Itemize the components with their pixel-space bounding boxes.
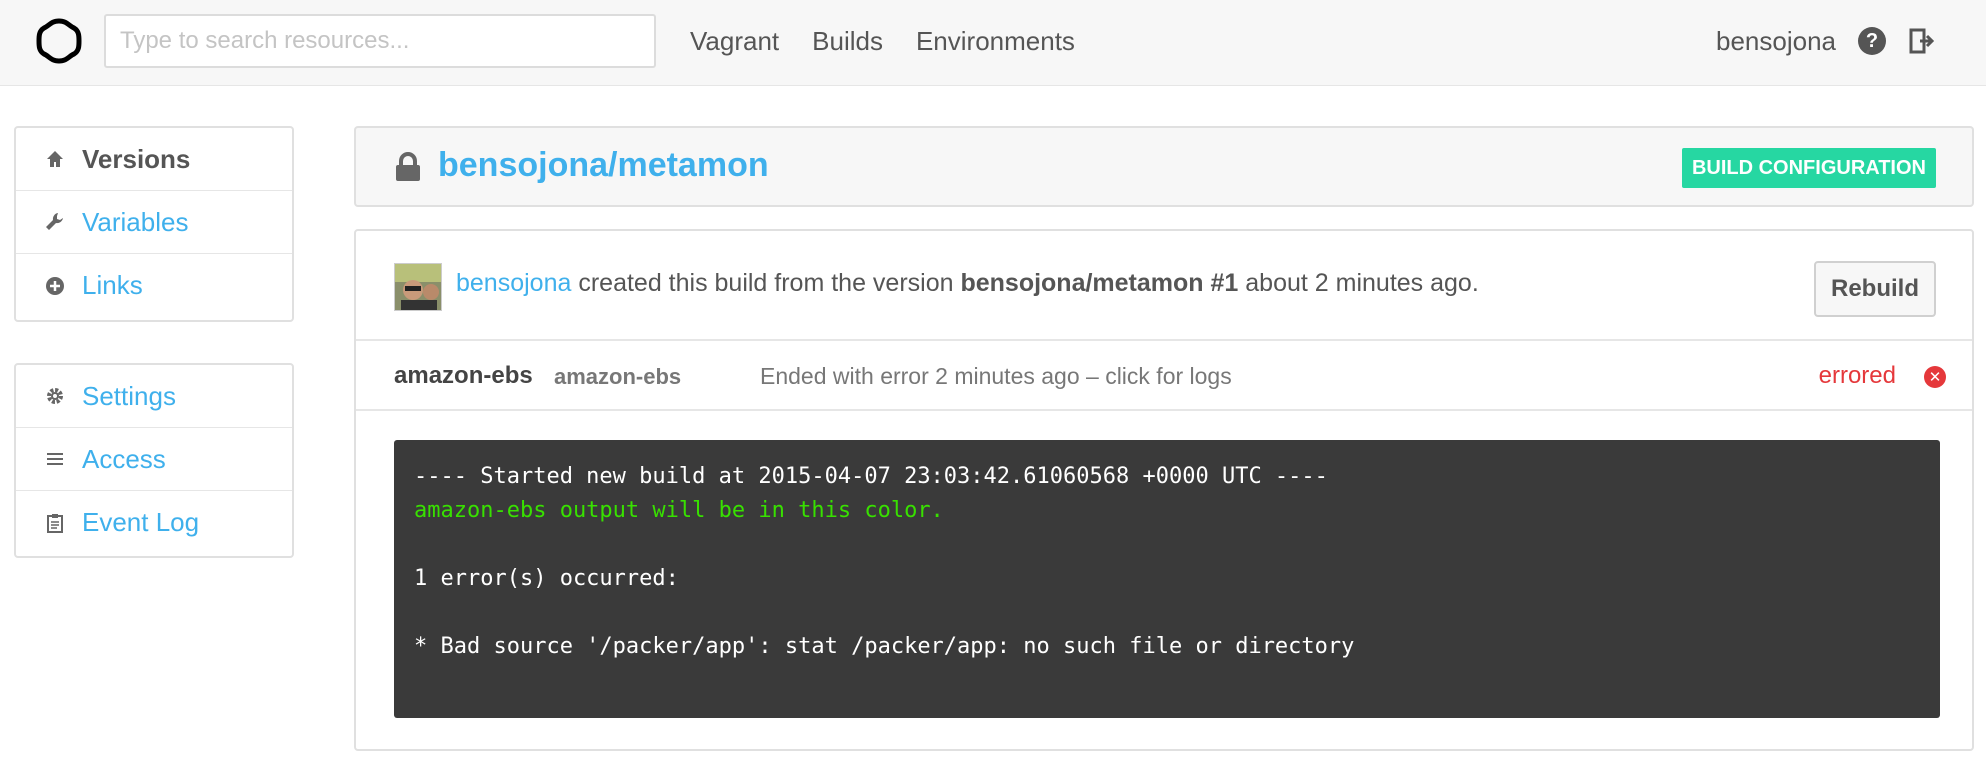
sidebar-primary: Versions Variables Links [14,126,294,322]
logo-icon[interactable] [36,18,82,64]
error-icon: ✕ [1924,366,1946,388]
sidebar-item-label: Links [82,270,143,300]
help-icon[interactable]: ? [1858,27,1886,55]
lock-icon [396,152,420,181]
log-line: ---- Started new build at 2015-04-07 23:… [414,464,1328,489]
top-bar: Vagrant Builds Environments bensojona ? [0,0,1986,86]
build-configuration-button[interactable]: BUILD CONFIGURATION [1681,148,1936,188]
home-icon [44,148,66,170]
build-version: bensojona/metamon #1 [960,269,1239,297]
build-text-created: created this build from the version [571,269,961,297]
page-title[interactable]: bensojona/metamon [438,146,769,185]
log-line: 1 error(s) occurred: [414,566,679,591]
sidebar-item-label: Versions [82,143,191,174]
sidebar-item-versions[interactable]: Versions [16,128,292,191]
nav-builds[interactable]: Builds [812,26,883,57]
sidebar-item-label: Event Log [82,507,200,537]
builder-type: amazon-ebs [554,364,682,389]
sidebar-secondary: Settings Access Event Log [14,363,294,558]
nav-vagrant[interactable]: Vagrant [690,26,779,57]
builder-row[interactable]: amazon-ebs amazon-ebs Ended with error 2… [356,341,1972,411]
build-info: bensojona created this build from the ve… [356,231,1972,341]
sidebar-item-label: Access [82,443,166,474]
status-badge: errored [1818,362,1896,389]
sidebar-item-access[interactable]: Access [16,428,292,491]
build-user-link[interactable]: bensojona [456,269,571,297]
list-icon [44,448,66,470]
sign-out-icon[interactable] [1908,28,1934,54]
main-nav: Vagrant Builds Environments [690,0,1108,82]
rebuild-button[interactable]: Rebuild [1814,261,1936,317]
search-input[interactable] [104,14,656,68]
wrench-icon [44,211,66,233]
sidebar-item-label: Settings [82,380,176,411]
sidebar-item-event-log[interactable]: Event Log [16,491,292,554]
builder-name: amazon-ebs [394,362,533,389]
sidebar-item-label: Variables [82,206,189,237]
build-header: bensojona/metamon BUILD CONFIGURATION [354,126,1974,207]
plus-circle-icon [44,275,66,297]
username-link[interactable]: bensojona [1716,0,1836,82]
log-line: amazon-ebs output will be in this color. [414,498,944,523]
clipboard-icon [44,512,66,534]
gear-icon [44,385,66,407]
build-description: bensojona created this build from the ve… [456,269,1479,298]
build-log: ---- Started new build at 2015-04-07 23:… [394,440,1940,718]
sidebar-item-settings[interactable]: Settings [16,365,292,428]
build-text-time: about 2 minutes ago. [1238,269,1479,297]
log-line: * Bad source '/packer/app': stat /packer… [414,634,1355,659]
avatar[interactable] [394,263,442,311]
build-panel: bensojona created this build from the ve… [354,229,1974,751]
sidebar-item-variables[interactable]: Variables [16,191,292,254]
nav-environments[interactable]: Environments [916,26,1075,57]
sidebar-item-links[interactable]: Links [16,254,292,317]
builder-status-text[interactable]: Ended with error 2 minutes ago – click f… [760,363,1232,390]
